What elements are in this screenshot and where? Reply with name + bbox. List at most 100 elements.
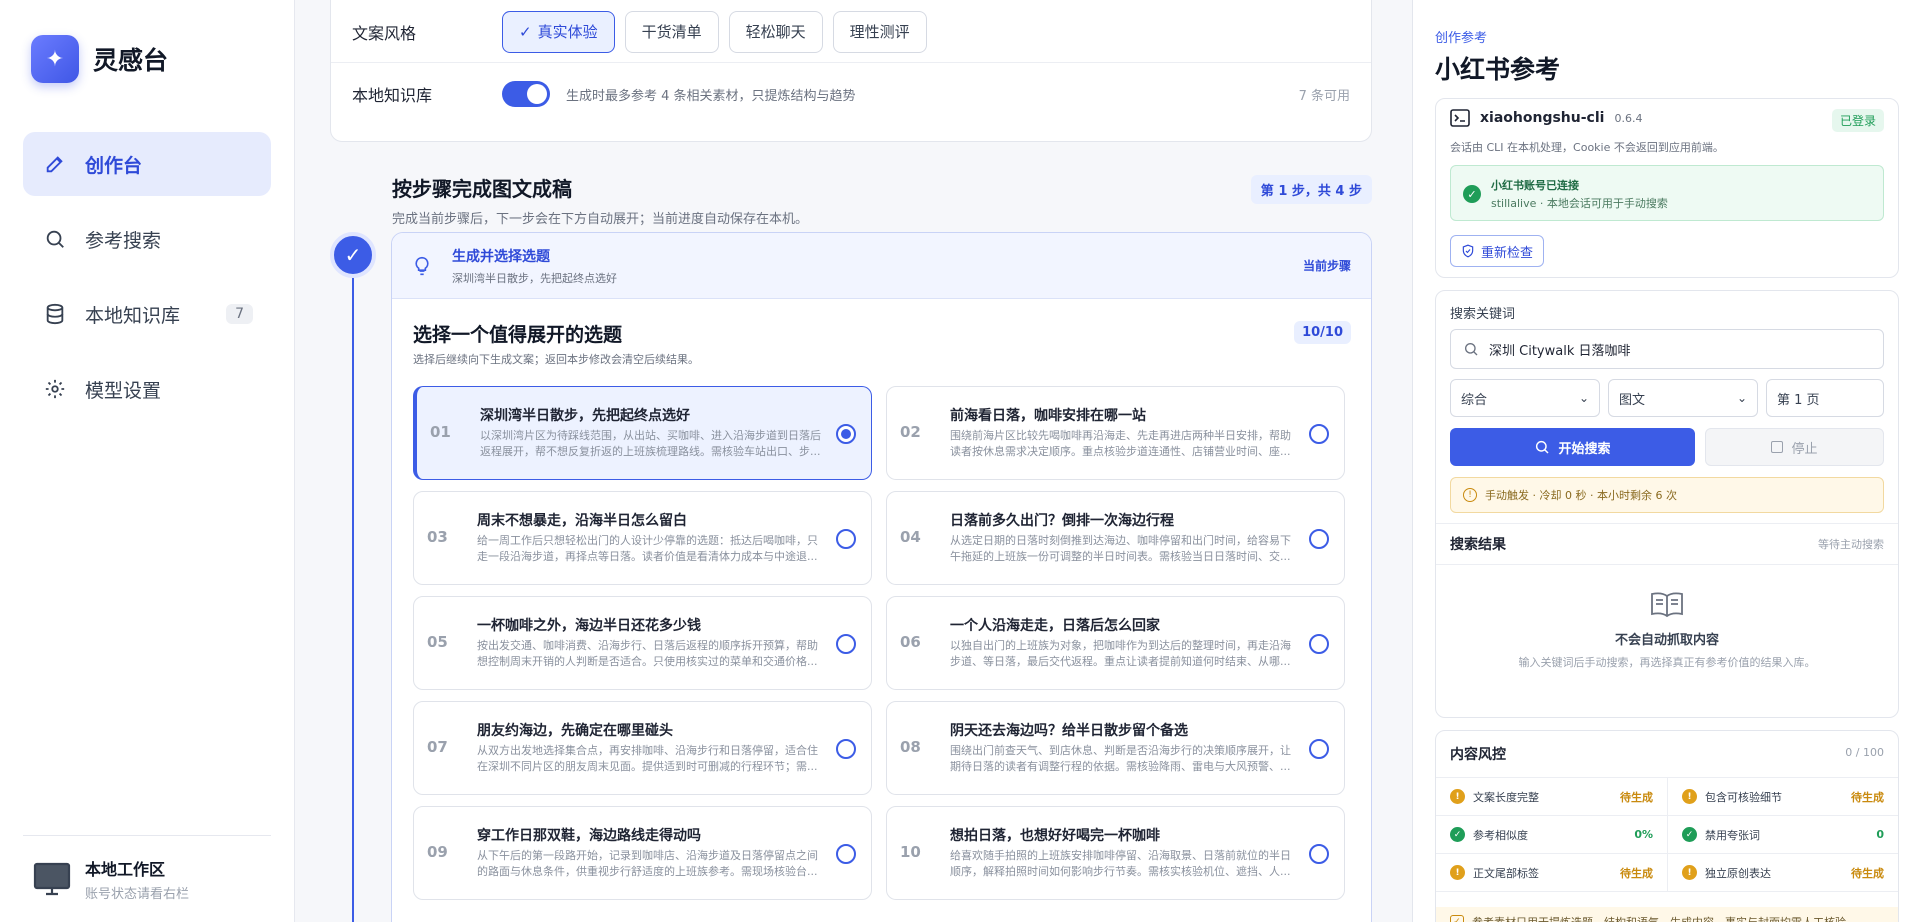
empty-title: 不会自动抓取内容 — [1614, 633, 1719, 648]
topic-description: 以独自出门的上班族为对象，把咖啡作为到达后的整理时间，再走沿海步道、等日落，最后… — [950, 639, 1291, 668]
pick-subtitle: 选择后继续向下生成文案；返回本步修改会清空后续结果。 — [413, 353, 699, 366]
sidebar-item-label: 参考搜索 — [85, 229, 162, 252]
topic-card[interactable]: 01 深圳湾半日散步，先把起终点选好 以深圳湾片区为待踩线范围，从出站、买咖啡、进入… — [413, 386, 872, 480]
current-step-label: 当前步骤 — [1302, 259, 1351, 273]
page-input[interactable]: 第 1 页 — [1766, 379, 1884, 417]
search-query: 深圳 Citywalk 日落咖啡 — [1489, 343, 1631, 359]
topic-radio[interactable] — [836, 424, 856, 444]
topic-description: 从双方出发地选择集合点，再安排咖啡、沿海步行和日落停留，适合住在深圳不同片区的朋… — [477, 744, 818, 773]
risk-item-label: 正文尾部标签 — [1473, 866, 1539, 880]
topic-description: 围绕出门前查天气、到店休息、判断是否沿海步行的决策顺序展开，让期待日落的读者有调… — [950, 744, 1291, 773]
search-icon — [1536, 440, 1550, 454]
style-option-review[interactable]: 理性测评 — [832, 10, 927, 53]
kb-toggle[interactable] — [502, 81, 550, 107]
topic-radio[interactable] — [836, 634, 856, 654]
topic-number: 08 — [900, 738, 921, 756]
connection-subtitle: stillalive · 本地会话可用于手动搜索 — [1491, 197, 1668, 210]
style-option-checklist[interactable]: 干货清单 — [624, 10, 719, 53]
sort-select[interactable]: 综合 ⌄ — [1450, 379, 1600, 417]
topic-title: 日落前多久出门？倒排一次海边行程 — [950, 513, 1174, 529]
topic-radio[interactable] — [836, 844, 856, 864]
risk-item-status: 0 — [1876, 828, 1884, 841]
risk-footer: ✓ 参考素材只用于提炼选题、结构和语气。生成内容、事实与封面均需人工核验。 — [1436, 907, 1898, 922]
risk-row: ✓ 参考相似度 0% ✓ 禁用夸张词 0 — [1436, 816, 1898, 854]
topic-number: 09 — [427, 843, 448, 861]
topic-radio[interactable] — [1309, 739, 1329, 759]
brand[interactable]: ✦ 灵感台 — [31, 35, 168, 83]
sidebar-item-knowledge-base[interactable]: 本地知识库 7 — [23, 282, 271, 346]
sidebar-item-model-settings[interactable]: 模型设置 — [23, 357, 271, 421]
kb-label: 本地知识库 — [352, 86, 433, 105]
results-header: 搜索结果 等待主动搜索 — [1436, 523, 1898, 565]
risk-item-status: 待生成 — [1851, 866, 1884, 880]
search-input[interactable]: 深圳 Citywalk 日落咖啡 — [1450, 329, 1884, 369]
risk-row: ! 正文尾部标签 待生成! 独立原创表达 待生成 — [1436, 854, 1898, 892]
results-empty-state: 不会自动抓取内容 输入关键词后手动搜索，再选择真正有参考价值的结果入库。 — [1436, 591, 1898, 670]
chevron-down-icon: ⌄ — [1736, 391, 1747, 405]
content-risk-card: 内容风控 0 / 100 ! 文案长度完整 待生成! 包含可核验细节 待生成 ✓ 参考相似度… — [1435, 730, 1899, 922]
cli-name: xiaohongshu-cli — [1480, 110, 1605, 126]
step-header[interactable]: 生成并选择选题 深圳湾半日散步，先把起终点选好 当前步骤 — [392, 233, 1371, 299]
page-value: 第 1 页 — [1777, 392, 1820, 408]
topic-radio[interactable] — [836, 739, 856, 759]
topic-radio[interactable] — [1309, 424, 1329, 444]
topic-title: 前海看日落，咖啡安排在哪一站 — [950, 408, 1146, 424]
style-option-real-experience[interactable]: ✓ 真实体验 — [502, 10, 615, 53]
risk-checklist: ! 文案长度完整 待生成! 包含可核验细节 待生成 ✓ 参考相似度 0% ✓ 禁用夸张词 0! 正文尾… — [1436, 777, 1898, 892]
step-title: 生成并选择选题 — [452, 248, 550, 265]
topic-description: 从下午后的第一段路开始，记录到咖啡店、沿海步道及日落停留点之间的路面与休息条件，… — [477, 849, 818, 878]
stop-button[interactable]: 停止 — [1705, 428, 1884, 466]
step-subtitle: 深圳湾半日散步，先把起终点选好 — [452, 271, 617, 285]
risk-item-label: 文案长度完整 — [1473, 790, 1539, 804]
workspace-info: 本地工作区 账号状态请看右栏 — [23, 835, 271, 902]
topic-card[interactable]: 03 周末不想暴走，沿海半日怎么留白 给一周工作后只想轻松出门的人设计少停靠的选题：… — [413, 491, 872, 585]
reference-panel: 创作参考 小红书参考 xiaohongshu-cli 0.6.4 已登录 会话由… — [1412, 0, 1920, 922]
cli-status-card: xiaohongshu-cli 0.6.4 已登录 会话由 CLI 在本机处理，… — [1435, 98, 1899, 278]
risk-footer-text: 参考素材只用于提炼选题、结构和语气。生成内容、事实与封面均需人工核验。 — [1472, 914, 1857, 922]
risk-row: ! 文案长度完整 待生成! 包含可核验细节 待生成 — [1436, 778, 1898, 816]
sidebar-item-studio[interactable]: 创作台 — [23, 132, 271, 196]
rate-limit-notice: ! 手动触发 · 冷却 0 秒 · 本小时剩余 6 次 — [1450, 477, 1884, 513]
type-select[interactable]: 图文 ⌄ — [1608, 379, 1758, 417]
topic-card[interactable]: 05 一杯咖啡之外，海边半日还花多少钱 按出发交通、咖啡消费、沿海步行、日落后返程的… — [413, 596, 872, 690]
topic-card[interactable]: 04 日落前多久出门？倒排一次海边行程 从选定日期的日落时刻倒推到达海边、咖啡停留和… — [886, 491, 1345, 585]
topic-radio[interactable] — [1309, 529, 1329, 549]
topic-card[interactable]: 08 阴天还去海边吗？给半日散步留个备选 围绕出门前查天气、到店休息、判断是否沿海步… — [886, 701, 1345, 795]
panel-label: 创作参考 — [1435, 31, 1488, 46]
topic-description: 给一周工作后只想轻松出门的人设计少停靠的选题：抵达后喝咖啡，只走一段沿海步道，再… — [477, 534, 818, 563]
topic-radio[interactable] — [1309, 634, 1329, 654]
steps-header: 按步骤完成图文成稿 完成当前步骤后，下一步会在下方自动展开；当前进度自动保存在本… — [392, 173, 1372, 227]
info-circle-icon: ! — [1463, 488, 1477, 502]
sort-value: 综合 — [1461, 392, 1488, 408]
topic-card[interactable]: 09 穿工作日那双鞋，海边路线走得动吗 从下午后的第一段路开始，记录到咖啡店、沿海步… — [413, 806, 872, 900]
sidebar: ✦ 灵感台 创作台 参考搜索 本地知识库 7 模型设置 本地工作区 账号状态请看… — [0, 0, 295, 922]
risk-item-status: 0% — [1634, 828, 1653, 841]
topic-title: 朋友约海边，先确定在哪里碰头 — [477, 723, 673, 739]
topic-description: 按出发交通、咖啡消费、沿海步行、日落后返程的顺序拆开预算，帮助想控制周末开销的人… — [477, 639, 818, 668]
database-icon — [43, 302, 67, 326]
pencil-icon — [43, 152, 67, 176]
risk-score: 0 / 100 — [1845, 746, 1884, 759]
recheck-button[interactable]: 重新检查 — [1450, 235, 1545, 267]
risk-title: 内容风控 — [1450, 747, 1506, 763]
topic-radio[interactable] — [836, 529, 856, 549]
topic-number: 07 — [427, 738, 448, 756]
style-option-casual[interactable]: 轻松聊天 — [728, 10, 823, 53]
sidebar-item-reference-search[interactable]: 参考搜索 — [23, 207, 271, 271]
check-circle-icon: ✓ — [1682, 827, 1697, 842]
monitor-icon — [33, 862, 71, 896]
risk-item-label: 包含可核验细节 — [1705, 790, 1782, 804]
topic-card[interactable]: 10 想拍日落，也想好好喝完一杯咖啡 给喜欢随手拍照的上班族安排咖啡停留、沿海取景、… — [886, 806, 1345, 900]
topic-radio[interactable] — [1309, 844, 1329, 864]
topic-title: 一杯咖啡之外，海边半日还花多少钱 — [477, 618, 701, 634]
topic-card[interactable]: 06 一个人沿海走走，日落后怎么回家 以独自出门的上班族为对象，把咖啡作为到达后的整… — [886, 596, 1345, 690]
cli-version: 0.6.4 — [1614, 111, 1643, 125]
topic-card[interactable]: 02 前海看日落，咖啡安排在哪一站 围绕前海片区比较先喝咖啡再沿海走、先走再进店两种… — [886, 386, 1345, 480]
check-icon: ✓ — [519, 22, 532, 41]
topic-card[interactable]: 07 朋友约海边，先确定在哪里碰头从双方出发地选择集合点，再安排咖啡、沿海步行和日… — [413, 701, 872, 795]
results-status: 等待主动搜索 — [1818, 538, 1884, 551]
keyword-label: 搜索关键词 — [1450, 307, 1516, 322]
start-search-button[interactable]: 开始搜索 — [1450, 428, 1695, 466]
search-card: 搜索关键词 深圳 Citywalk 日落咖啡 综合 ⌄ 图文 ⌄ 第 1 页 开… — [1435, 290, 1899, 718]
step-progress-badge: 第 1 步，共 4 步 — [1250, 175, 1372, 204]
